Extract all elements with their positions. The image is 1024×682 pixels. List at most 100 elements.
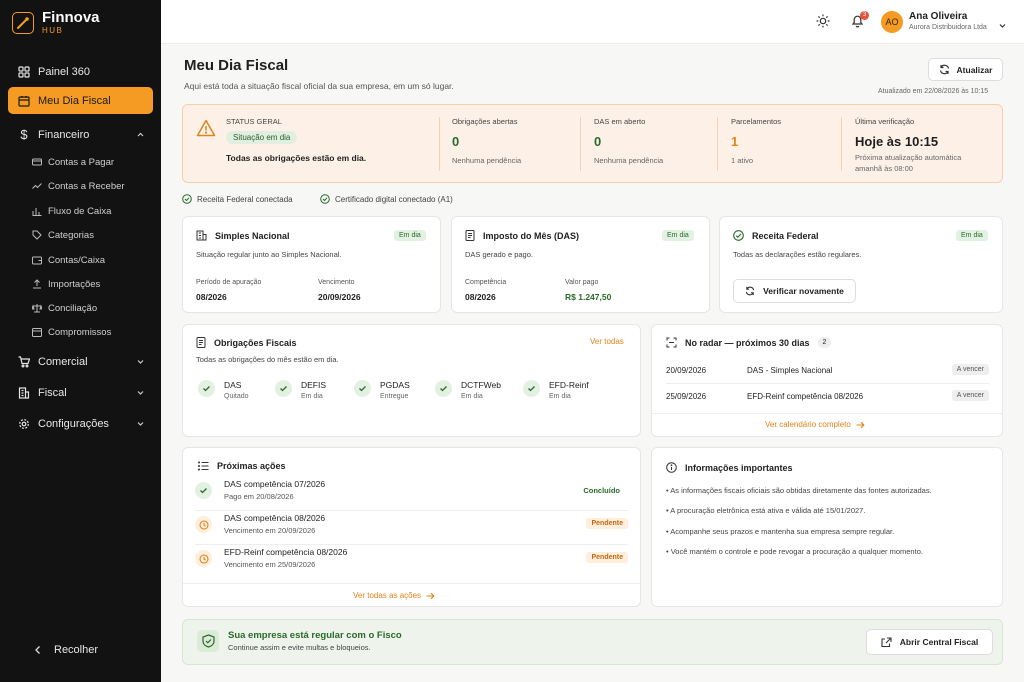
chevron-up-icon (136, 130, 145, 142)
sidebar-item-label: Painel 360 (38, 65, 90, 78)
status-label: STATUS GERAL (226, 117, 282, 126)
sidebar-item-financeiro[interactable]: $ Financeiro (8, 121, 153, 148)
verify-again-button[interactable]: Verificar novamente (733, 279, 856, 303)
tag-icon (32, 230, 42, 240)
cart-icon (18, 355, 30, 368)
logo-icon (12, 11, 34, 34)
refresh-icon (745, 286, 755, 296)
divider (652, 413, 1002, 414)
comp-label: Competência (465, 279, 507, 286)
sidebar-item-painel-360[interactable]: Painel 360 (8, 58, 153, 85)
trend-up-icon (32, 181, 42, 191)
card-title: Próximas ações (198, 461, 286, 471)
sidebar-sub-compromissos[interactable]: Compromissos (32, 323, 111, 341)
sidebar-sub-categorias[interactable]: Categorias (32, 226, 94, 244)
obligation-item[interactable]: EFD-Reinf Em dia (523, 380, 589, 400)
clock-icon (195, 516, 212, 533)
chevron-down-icon[interactable] (998, 17, 1007, 35)
comp-value: 08/2026 (465, 292, 496, 302)
open-central-fiscal-button[interactable]: Abrir Central Fiscal (866, 629, 993, 655)
status-badge: A vencer (951, 390, 989, 401)
sidebar-item-comercial[interactable]: Comercial (8, 348, 153, 375)
card-icon (32, 157, 42, 167)
topbar: 3 AO Ana Oliveira Aurora Distribuidora L… (161, 0, 1024, 44)
status-badge: Em dia (394, 230, 426, 241)
action-row[interactable]: DAS competência 08/2026 Vencimento em 20… (195, 511, 628, 545)
due-label: Vencimento (318, 279, 355, 286)
arrow-right-icon (856, 421, 865, 428)
check-circle-icon (733, 230, 744, 241)
brand-logo[interactable]: Finnova HUB (12, 10, 100, 35)
status-pill: Situação em dia (226, 131, 298, 144)
sidebar-item-configuracoes[interactable]: Configurações (8, 410, 153, 437)
card-title: Receita Federal (733, 230, 819, 241)
check-circle-icon (195, 482, 212, 499)
sidebar-item-label: Meu Dia Fiscal (38, 94, 111, 107)
refresh-label: Atualizar (956, 64, 993, 75)
updated-timestamp: Atualizado em 22/08/2026 às 10:15 (878, 88, 989, 95)
status-badge: A vencer (951, 364, 989, 375)
obligation-item[interactable]: DCTFWeb Em dia (435, 380, 501, 400)
sun-icon[interactable] (816, 14, 830, 33)
sidebar-item-meu-dia-fiscal[interactable]: Meu Dia Fiscal (8, 87, 153, 114)
regular-banner: Sua empresa está regular com o Fisco Con… (182, 619, 1003, 665)
divider (439, 117, 440, 171)
upload-icon (32, 279, 42, 289)
shield-check-icon (197, 630, 219, 652)
sidebar-sub-label: Fluxo de Caixa (48, 205, 112, 217)
paid-label: Valor pago (565, 279, 599, 286)
stat-label: Obrigações abertas (452, 117, 518, 126)
divider (717, 117, 718, 171)
all-actions-link[interactable]: Ver todas as ações (353, 591, 435, 600)
radar-row[interactable]: 25/09/2026 EFD-Reinf competência 08/2026… (666, 386, 989, 410)
period-value: 08/2026 (196, 292, 227, 302)
user-name[interactable]: Ana Oliveira (909, 11, 967, 22)
obligation-item[interactable]: DEFIS Em dia (275, 380, 326, 400)
sidebar-item-label: Fiscal (38, 386, 67, 399)
sidebar-sub-conciliacao[interactable]: Conciliação (32, 299, 97, 317)
obligation-item[interactable]: PGDAS Entregue (354, 380, 410, 400)
divider (841, 117, 842, 171)
check-circle-icon (198, 380, 215, 397)
sidebar-sub-contas-a-pagar[interactable]: Contas a Pagar (32, 153, 114, 171)
action-row[interactable]: DAS competência 07/2026 Pago em 20/08/20… (195, 477, 628, 511)
sidebar-sub-fluxo-de-caixa[interactable]: Fluxo de Caixa (32, 202, 111, 220)
receita-card: Receita Federal Em dia Todas as declaraç… (719, 216, 1003, 313)
stat-value: 1 (731, 134, 739, 149)
radar-row[interactable]: 20/09/2026 DAS - Simples Nacional A venc… (666, 360, 989, 384)
actions-card: Próximas ações DAS competência 07/2026 P… (182, 447, 641, 607)
card-text: DAS gerado e pago. (465, 250, 533, 259)
list-icon (198, 461, 209, 471)
external-link-icon (881, 636, 892, 647)
das-card: Imposto do Mês (DAS) Em dia DAS gerado e… (451, 216, 710, 313)
wallet-icon (32, 255, 42, 265)
stat-value: 0 (594, 134, 602, 149)
info-bullet: • As informações fiscais oficiais são ob… (666, 486, 932, 495)
sidebar-item-fiscal[interactable]: Fiscal (8, 379, 153, 406)
card-title: Obrigações Fiscais (196, 337, 297, 348)
card-text: Todas as declarações estão regulares. (733, 250, 862, 259)
radar-card: No radar — próximos 30 dias 2 20/09/2026… (651, 324, 1003, 437)
status-card: STATUS GERAL Situação em dia Todas as ob… (182, 104, 1003, 183)
calendar-link[interactable]: Ver calendário completo (765, 420, 865, 429)
sidebar-sub-label: Importações (48, 278, 101, 290)
collapse-label: Recolher (54, 644, 99, 656)
sidebar-sub-contas-caixa[interactable]: Contas/Caixa (32, 251, 105, 269)
action-row[interactable]: EFD-Reinf competência 08/2026 Vencimento… (195, 545, 628, 579)
card-title: No radar — próximos 30 dias 2 (666, 337, 832, 348)
page-title: Meu Dia Fiscal (184, 57, 289, 74)
warning-icon (196, 119, 216, 142)
obligation-item[interactable]: DAS Quitado (198, 380, 249, 400)
sidebar-sub-importacoes[interactable]: Importações (32, 275, 100, 293)
info-bullet: • Você mantém o controle e pode revogar … (666, 547, 923, 556)
see-all-link[interactable]: Ver todas (590, 337, 624, 346)
avatar[interactable]: AO (881, 11, 903, 33)
sidebar-sub-contas-a-receber[interactable]: Contas a Receber (32, 177, 125, 195)
collapse-button[interactable]: Recolher (34, 644, 98, 656)
regular-subtitle: Continue assim e evite multas e bloqueio… (228, 643, 371, 652)
regular-title: Sua empresa está regular com o Fisco (228, 630, 402, 641)
status-badge: Em dia (956, 230, 988, 241)
brand-sub: HUB (42, 26, 64, 35)
refresh-button[interactable]: Atualizar (928, 58, 1003, 81)
simples-card: Simples Nacional Em dia Situação regular… (182, 216, 441, 313)
